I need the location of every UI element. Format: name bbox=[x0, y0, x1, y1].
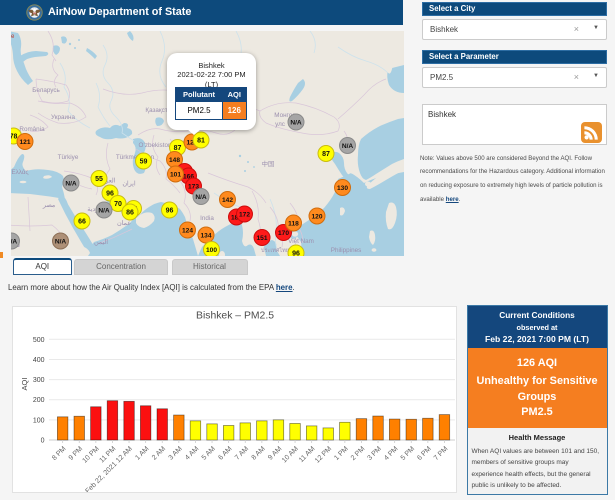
svg-text:N/A: N/A bbox=[98, 207, 110, 214]
svg-text:87: 87 bbox=[322, 151, 330, 158]
svg-text:172: 172 bbox=[239, 211, 250, 218]
svg-text:200: 200 bbox=[33, 397, 45, 404]
svg-text:400: 400 bbox=[33, 357, 45, 364]
svg-text:N/A: N/A bbox=[290, 119, 302, 126]
svg-text:130: 130 bbox=[337, 185, 348, 192]
svg-text:N/A: N/A bbox=[65, 180, 77, 187]
svg-text:N/A: N/A bbox=[55, 238, 67, 245]
svg-text:ประเทศไทย: ประเทศไทย bbox=[261, 247, 289, 254]
svg-text:1 AM: 1 AM bbox=[134, 445, 150, 461]
svg-text:3 PM: 3 PM bbox=[366, 445, 383, 462]
svg-text:134: 134 bbox=[200, 232, 211, 239]
svg-text:улс: улс bbox=[275, 121, 285, 128]
svg-text:300: 300 bbox=[33, 377, 45, 384]
svg-text:151: 151 bbox=[256, 235, 267, 242]
svg-text:6 PM: 6 PM bbox=[416, 445, 433, 462]
svg-text:7 PM: 7 PM bbox=[433, 445, 450, 462]
svg-text:120: 120 bbox=[311, 213, 322, 220]
svg-text:India: India bbox=[200, 215, 214, 222]
svg-text:87: 87 bbox=[174, 145, 182, 152]
svg-text:81: 81 bbox=[197, 137, 205, 144]
svg-text:96: 96 bbox=[106, 190, 114, 197]
svg-text:اليمن: اليمن bbox=[94, 239, 108, 246]
svg-text:Türkiye: Türkiye bbox=[58, 154, 79, 161]
svg-text:170: 170 bbox=[278, 230, 289, 237]
svg-text:78: 78 bbox=[11, 133, 17, 140]
svg-text:Oʻzbekiston: Oʻzbekiston bbox=[139, 141, 172, 149]
svg-text:118: 118 bbox=[288, 220, 299, 227]
svg-text:مصر: مصر bbox=[42, 202, 55, 209]
svg-text:124: 124 bbox=[182, 227, 193, 234]
svg-text:6 AM: 6 AM bbox=[217, 445, 233, 461]
svg-text:N/A: N/A bbox=[11, 238, 17, 245]
svg-text:12 PM: 12 PM bbox=[314, 445, 333, 464]
svg-text:86: 86 bbox=[126, 209, 134, 216]
svg-text:Украина: Украина bbox=[51, 114, 75, 121]
svg-text:11 AM: 11 AM bbox=[298, 445, 317, 464]
svg-text:59: 59 bbox=[140, 158, 148, 165]
svg-text:N/A: N/A bbox=[342, 143, 354, 150]
svg-text:Беларусь: Беларусь bbox=[32, 87, 60, 94]
svg-text:10 PM: 10 PM bbox=[82, 445, 101, 464]
svg-text:Philippines: Philippines bbox=[331, 247, 361, 254]
svg-text:ایران: ایران bbox=[122, 181, 136, 188]
svg-text:148: 148 bbox=[169, 157, 180, 164]
svg-text:2 PM: 2 PM bbox=[350, 445, 367, 462]
svg-text:Bishkek – PM2.5: Bishkek – PM2.5 bbox=[196, 311, 274, 322]
svg-text:96: 96 bbox=[292, 250, 300, 256]
svg-text:100: 100 bbox=[206, 247, 217, 254]
svg-text:Việt Nam: Việt Nam bbox=[288, 238, 314, 245]
svg-text:8 AM: 8 AM bbox=[251, 445, 267, 461]
svg-text:121: 121 bbox=[19, 139, 30, 146]
svg-text:96: 96 bbox=[166, 207, 174, 214]
svg-text:中国: 中国 bbox=[262, 159, 275, 168]
svg-text:5 PM: 5 PM bbox=[400, 445, 417, 462]
svg-text:5 AM: 5 AM bbox=[201, 445, 217, 461]
svg-text:10 AM: 10 AM bbox=[281, 445, 300, 464]
svg-text:66: 66 bbox=[78, 218, 86, 225]
svg-text:70: 70 bbox=[114, 201, 122, 208]
svg-text:0: 0 bbox=[41, 438, 45, 445]
svg-text:55: 55 bbox=[95, 176, 103, 183]
svg-text:Ελλάς: Ελλάς bbox=[11, 168, 28, 176]
svg-text:4 PM: 4 PM bbox=[383, 445, 400, 462]
svg-text:N/A: N/A bbox=[195, 194, 207, 201]
svg-text:AQI: AQI bbox=[20, 378, 29, 391]
svg-text:1 PM: 1 PM bbox=[333, 445, 350, 462]
svg-text:7 AM: 7 AM bbox=[234, 445, 250, 461]
svg-text:România: România bbox=[19, 126, 45, 133]
svg-text:101: 101 bbox=[170, 171, 181, 178]
svg-text:3 AM: 3 AM bbox=[168, 445, 184, 461]
svg-text:2 AM: 2 AM bbox=[151, 445, 167, 461]
svg-text:142: 142 bbox=[222, 197, 233, 204]
svg-text:8 PM: 8 PM bbox=[51, 445, 68, 462]
svg-text:100: 100 bbox=[33, 417, 45, 424]
svg-text:عمان: عمان bbox=[117, 220, 131, 227]
svg-text:500: 500 bbox=[33, 337, 45, 344]
svg-text:4 AM: 4 AM bbox=[184, 445, 200, 461]
